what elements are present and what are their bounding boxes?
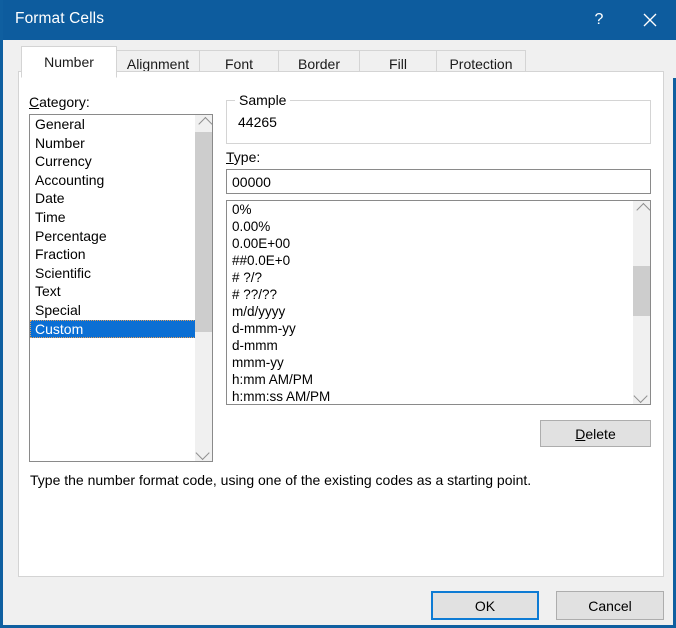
chevron-up-icon: [197, 116, 212, 131]
type-label-rest: ype:: [233, 149, 261, 165]
format-code-label: d-mmm: [232, 338, 278, 353]
delete-button-accel: D: [575, 425, 586, 442]
format-code-label: h:mm:ss AM/PM: [232, 389, 331, 404]
category-item-label: Text: [35, 283, 61, 300]
tab-label: Border: [297, 56, 341, 72]
category-label-accel: C: [29, 94, 40, 110]
format-code-label: h:mm AM/PM: [232, 372, 314, 387]
help-button[interactable]: ?: [576, 0, 622, 40]
category-item-label: Date: [35, 190, 65, 207]
category-item[interactable]: Scientific: [30, 264, 196, 283]
tab-label: Number: [44, 54, 94, 70]
number-tab-panel: Category: General Number Currency Accountin…: [18, 71, 664, 577]
category-item-label: Number: [35, 134, 85, 151]
tab-label: Alignment: [126, 56, 190, 72]
category-items: General Number Currency Accounting Date Time P…: [30, 115, 196, 339]
format-code-item[interactable]: 0.00E+00: [227, 235, 634, 252]
chevron-down-icon: [633, 388, 648, 403]
category-item-label: Accounting: [35, 171, 105, 188]
category-item-label: Currency: [35, 153, 92, 170]
type-label-accel: T: [226, 149, 234, 165]
tab-label: Protection: [449, 56, 513, 72]
format-codes-listbox[interactable]: 0% 0.00% 0.00E+00 ##0.0E+0 # ?/? # ??/?? m/d/y…: [226, 200, 651, 405]
category-label: Category:: [29, 94, 90, 110]
format-codes-scrollbar-thumb[interactable]: [633, 266, 650, 316]
category-item[interactable]: Number: [30, 134, 196, 153]
format-code-item[interactable]: h:mm:ss AM/PM: [227, 388, 634, 404]
format-code-label: ##0.0E+0: [232, 253, 291, 268]
category-item[interactable]: Date: [30, 189, 196, 208]
format-code-item[interactable]: # ?/?: [227, 269, 634, 286]
category-item-label: Fraction: [35, 246, 86, 263]
category-item[interactable]: Time: [30, 208, 196, 227]
category-item-label: Time: [35, 208, 66, 225]
sample-group-box: Sample 44265: [226, 92, 651, 144]
close-button[interactable]: [627, 0, 673, 40]
help-description-text: Type the number format code, using one o…: [30, 472, 532, 488]
tab-label: Fill: [389, 56, 407, 72]
format-code-item[interactable]: mmm-yy: [227, 354, 634, 371]
sample-legend: Sample: [235, 92, 291, 108]
category-item-label: Scientific: [35, 264, 92, 281]
format-code-label: 0.00E+00: [232, 236, 291, 251]
category-label-rest: ategory:: [39, 94, 90, 110]
tab-label: Font: [224, 56, 253, 72]
category-scrollbar[interactable]: [195, 115, 212, 461]
delete-button[interactable]: Delete: [540, 420, 651, 447]
format-scroll-up-button[interactable]: [633, 201, 650, 218]
format-code-label: 0.00%: [232, 219, 271, 234]
chevron-up-icon: [635, 202, 650, 217]
dialog-title: Format Cells: [15, 10, 105, 27]
format-cells-dialog: Format Cells ? Number Alignment Font Border…: [0, 0, 676, 628]
category-item[interactable]: General: [30, 115, 196, 134]
format-code-label: # ??/??: [232, 287, 278, 302]
category-item[interactable]: Special: [30, 301, 196, 320]
category-scroll-up-button[interactable]: [195, 115, 212, 132]
format-code-item[interactable]: 0.00%: [227, 218, 634, 235]
category-item-label: Percentage: [35, 227, 107, 244]
tab-number[interactable]: Number: [21, 46, 117, 78]
chevron-down-icon: [195, 445, 210, 460]
title-bar: Format Cells ?: [3, 0, 676, 40]
category-item[interactable]: Fraction: [30, 245, 196, 264]
cancel-button[interactable]: Cancel: [556, 591, 664, 620]
format-code-item[interactable]: ##0.0E+0: [227, 252, 634, 269]
format-code-items: 0% 0.00% 0.00E+00 ##0.0E+0 # ?/? # ??/?? m/d/y…: [227, 201, 634, 404]
category-item[interactable]: Text: [30, 282, 196, 301]
format-code-label: d-mmm-yy: [232, 321, 296, 336]
type-label: Type:: [226, 149, 260, 165]
format-code-label: 0%: [232, 202, 252, 217]
category-scroll-down-button[interactable]: [195, 444, 212, 461]
format-code-item[interactable]: d-mmm-yy: [227, 320, 634, 337]
format-code-item[interactable]: h:mm AM/PM: [227, 371, 634, 388]
format-code-label: m/d/yyyy: [232, 304, 286, 319]
ok-button[interactable]: OK: [431, 591, 539, 620]
type-input[interactable]: [226, 169, 651, 194]
format-codes-scrollbar[interactable]: [633, 201, 650, 404]
format-code-item[interactable]: d-mmm: [227, 337, 634, 354]
format-code-item[interactable]: # ??/??: [227, 286, 634, 303]
close-x-icon: [643, 13, 657, 27]
format-scroll-down-button[interactable]: [633, 387, 650, 404]
sample-value: 44265: [238, 114, 277, 130]
category-item[interactable]: Percentage: [30, 227, 196, 246]
question-mark-icon: ?: [594, 11, 604, 28]
format-code-item[interactable]: m/d/yyyy: [227, 303, 634, 320]
category-listbox[interactable]: General Number Currency Accounting Date Time P…: [29, 114, 213, 462]
delete-button-label: elete: [585, 425, 616, 442]
category-item-label: Special: [35, 301, 81, 318]
category-item-label: General: [35, 116, 85, 132]
format-code-label: mmm-yy: [232, 355, 284, 370]
category-item[interactable]: Accounting: [30, 171, 196, 190]
category-item-label: Custom: [35, 320, 84, 337]
format-code-label: # ?/?: [232, 270, 263, 285]
category-scrollbar-thumb[interactable]: [195, 132, 212, 332]
format-code-item[interactable]: 0%: [227, 201, 634, 218]
category-item[interactable]: Currency: [30, 152, 196, 171]
category-item[interactable]: Custom: [30, 319, 196, 339]
